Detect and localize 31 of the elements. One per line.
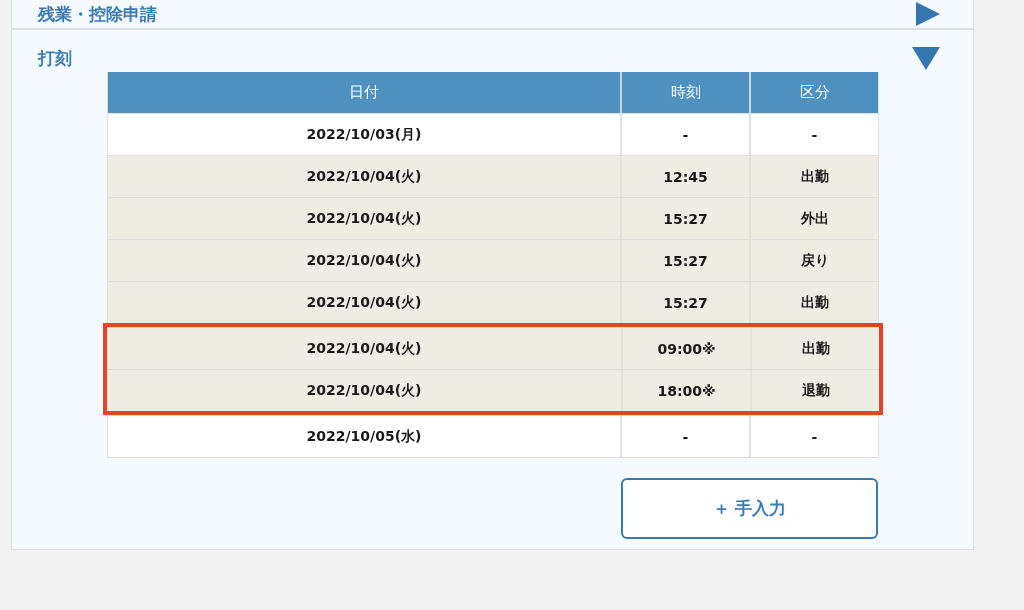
table-cell: 2022/10/04(火): [107, 327, 621, 369]
column-header: 日付: [108, 72, 620, 113]
table-cell: 15:27: [620, 281, 749, 323]
table-cell: -: [749, 113, 878, 155]
table-cell: 出勤: [749, 281, 878, 323]
table-cell: -: [749, 415, 878, 457]
table-cell: 12:45: [620, 155, 749, 197]
table-cell: 2022/10/04(火): [108, 197, 620, 239]
table-cell: 15:27: [620, 239, 749, 281]
table-cell: -: [620, 415, 749, 457]
section-title[interactable]: 打刻: [38, 46, 72, 70]
table-cell: 2022/10/04(火): [108, 281, 620, 323]
table-cell: 外出: [749, 197, 878, 239]
column-header: 区分: [749, 72, 878, 113]
table-cell: 戻り: [749, 239, 878, 281]
table-cell: 出勤: [749, 155, 878, 197]
table-cell: 2022/10/03(月): [108, 113, 620, 155]
table-cell: 2022/10/04(火): [107, 369, 621, 411]
table-cell: 18:00※: [621, 369, 750, 411]
manual-entry-button[interactable]: ＋ 手入力: [621, 478, 878, 539]
table-cell: 2022/10/04(火): [108, 239, 620, 281]
table-cell: 2022/10/04(火): [108, 155, 620, 197]
table-cell: 15:27: [620, 197, 749, 239]
table-cell: 2022/10/05(水): [108, 415, 620, 457]
table-cell: 出勤: [750, 327, 879, 369]
column-header: 時刻: [620, 72, 749, 113]
collapse-triangle-icon[interactable]: [912, 46, 940, 70]
table-cell: 09:00※: [621, 327, 750, 369]
table-cell: -: [620, 113, 749, 155]
table-cell: 退勤: [750, 369, 879, 411]
section-title[interactable]: 残業・控除申請: [38, 2, 157, 26]
